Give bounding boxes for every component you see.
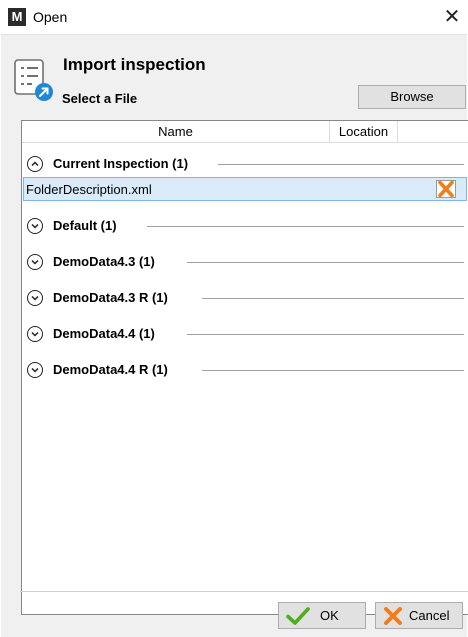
group-label: DemoData4.4 R (1) xyxy=(53,362,168,377)
group-demodata44[interactable]: DemoData4.4 (1) xyxy=(22,323,468,345)
group-default[interactable]: Default (1) xyxy=(22,215,468,237)
column-name[interactable]: Name xyxy=(22,121,330,143)
check-icon xyxy=(286,607,310,625)
cancel-x-icon xyxy=(384,607,402,625)
file-list[interactable]: Name Location Current Inspection (1) Fol… xyxy=(21,120,468,615)
browse-button[interactable]: Browse xyxy=(358,85,466,109)
group-divider xyxy=(218,164,464,165)
group-label: Default (1) xyxy=(53,218,117,233)
chevron-down-icon[interactable] xyxy=(27,326,43,342)
chevron-up-icon[interactable] xyxy=(27,156,43,172)
window-title: Open xyxy=(33,9,68,25)
chevron-down-icon[interactable] xyxy=(27,254,43,270)
ok-label: OK xyxy=(320,608,339,623)
group-divider xyxy=(147,226,464,227)
column-filler xyxy=(398,121,468,143)
group-divider xyxy=(202,298,464,299)
file-row[interactable]: FolderDescription.xml xyxy=(23,177,467,201)
cancel-button[interactable]: Cancel xyxy=(375,602,463,629)
group-demodata43r[interactable]: DemoData4.3 R (1) xyxy=(22,287,468,309)
chevron-down-icon[interactable] xyxy=(27,218,43,234)
column-location[interactable]: Location xyxy=(330,121,398,143)
dialog-subheading: Select a File xyxy=(62,91,138,106)
footer-divider xyxy=(20,591,468,592)
app-m-icon: M xyxy=(8,8,26,26)
remove-file-button[interactable] xyxy=(436,180,456,198)
close-button[interactable]: ✕ xyxy=(438,3,466,31)
group-label: DemoData4.3 R (1) xyxy=(53,290,168,305)
column-header: Name Location xyxy=(22,121,468,143)
import-list-icon xyxy=(13,59,61,107)
group-current-inspection[interactable]: Current Inspection (1) xyxy=(22,153,468,175)
group-divider xyxy=(187,262,464,263)
dialog-heading: Import inspection xyxy=(63,55,206,74)
ok-button[interactable]: OK xyxy=(278,602,366,629)
title-bar: M Open ✕ xyxy=(0,0,468,34)
group-demodata44r[interactable]: DemoData4.4 R (1) xyxy=(22,359,468,381)
chevron-down-icon[interactable] xyxy=(27,362,43,378)
group-divider xyxy=(202,370,464,371)
group-label: DemoData4.4 (1) xyxy=(53,326,155,341)
group-demodata43[interactable]: DemoData4.3 (1) xyxy=(22,251,468,273)
group-divider xyxy=(187,334,464,335)
remove-x-icon xyxy=(438,180,454,198)
dialog-body: Import inspection Select a File Browse N… xyxy=(1,34,468,637)
file-name: FolderDescription.xml xyxy=(26,182,152,197)
group-label: Current Inspection (1) xyxy=(53,156,189,171)
group-label: DemoData4.3 (1) xyxy=(53,254,155,269)
cancel-label: Cancel xyxy=(409,608,450,623)
chevron-down-icon[interactable] xyxy=(27,290,43,306)
